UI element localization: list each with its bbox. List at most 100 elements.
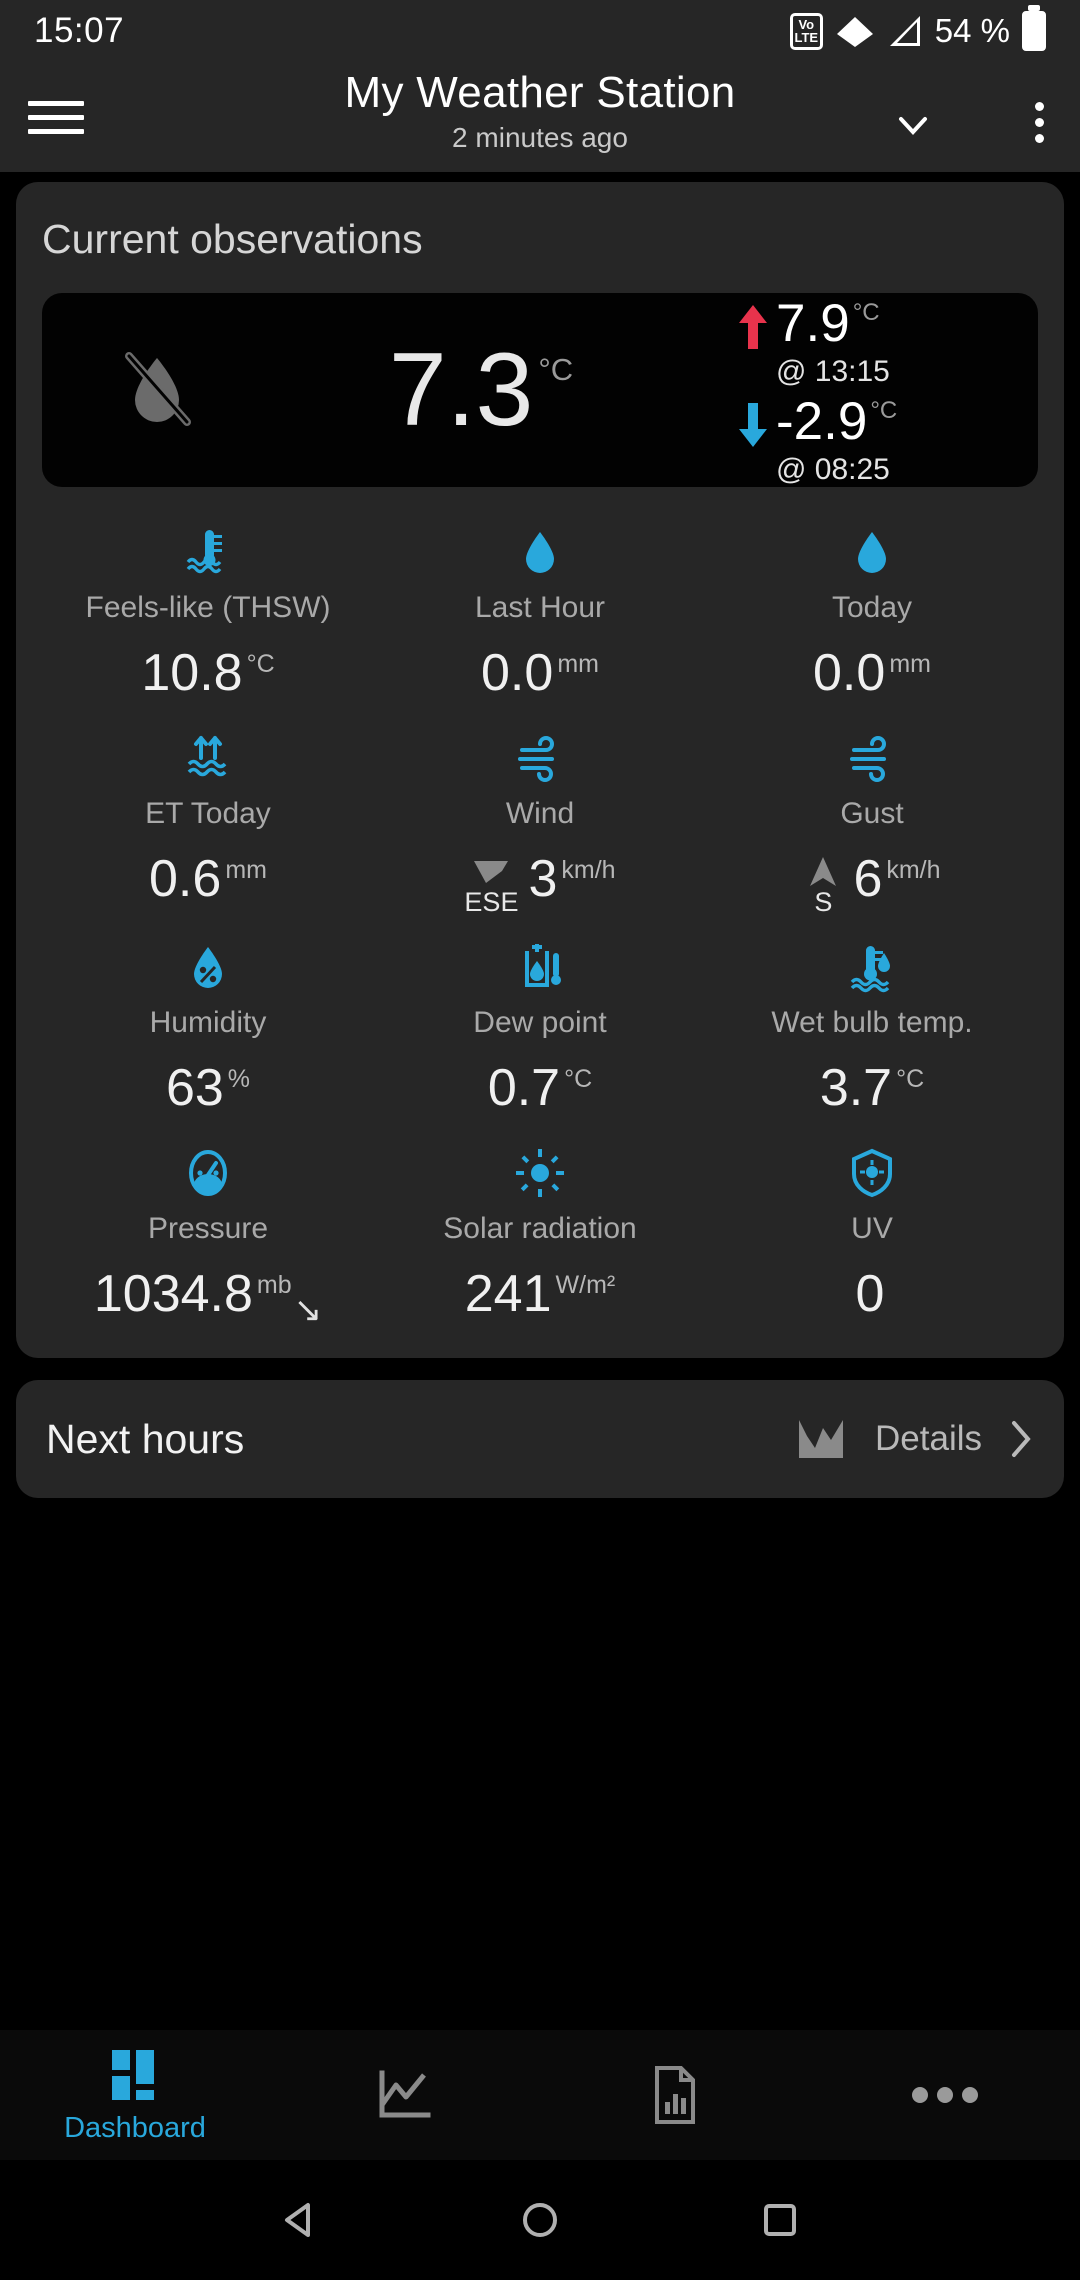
kebab-menu-icon[interactable]	[1035, 102, 1044, 143]
nav-item-dashboard[interactable]: Dashboard	[0, 2046, 270, 2145]
metric-solar-radiation[interactable]: Solar radiation 241 W/m²	[374, 1124, 706, 1330]
arrow-down-icon	[730, 395, 776, 449]
metric-value-row: 0.0 mm	[813, 647, 931, 709]
wet-bulb-thermometer-icon	[846, 940, 898, 994]
metric-unit: mm	[225, 856, 267, 884]
metric-label: Wet bulb temp.	[771, 1006, 973, 1039]
metric-gust[interactable]: Gust S 6 km/h	[706, 709, 1038, 918]
nav-item-charts[interactable]	[270, 2067, 540, 2123]
temperature-low-value: -2.9	[776, 392, 868, 451]
metric-unit: km/h	[886, 856, 941, 884]
temperature-high-time: @ 13:15	[776, 355, 890, 388]
metric-label: Pressure	[147, 1212, 269, 1245]
metric-unit: W/m²	[555, 1271, 616, 1299]
metric-pressure[interactable]: Pressure 1034.8 mb ↘	[42, 1124, 374, 1330]
metric-unit: km/h	[561, 856, 616, 884]
wind-direction-arrow-icon: S	[803, 853, 843, 918]
metric-value-row: 63 %	[166, 1062, 250, 1124]
report-document-icon	[655, 2066, 695, 2124]
metric-unit: mm	[889, 650, 931, 678]
metric-value-row: S 6 km/h	[803, 853, 941, 918]
metric-label: Gust	[840, 797, 904, 830]
dew-point-icon	[514, 940, 566, 994]
hamburger-line	[28, 128, 84, 134]
wind-icon	[514, 731, 566, 785]
metric-label: Today	[831, 591, 913, 624]
metric-humidity[interactable]: Humidity 63 %	[42, 918, 374, 1124]
metric-value-row: 0.0 mm	[481, 647, 599, 709]
current-observations-card: Current observations 7.3 °C 7.9 °C @ 13:…	[16, 182, 1064, 1358]
metric-rain-today[interactable]: Today 0.0 mm	[706, 503, 1038, 709]
wind-direction-label: ESE	[464, 887, 519, 917]
metric-value: 63	[165, 1059, 224, 1117]
status-bar: 15:07 Vo LTE 54 %	[0, 0, 1080, 62]
metric-value-row: ESE 3 km/h	[464, 853, 615, 918]
next-hours-title: Next hours	[46, 1415, 245, 1462]
battery-percent-label: 54 %	[934, 12, 1010, 49]
nav-item-reports[interactable]	[540, 2064, 810, 2126]
nav-item-more[interactable]	[810, 2087, 1080, 2103]
metric-unit: mb	[256, 1271, 292, 1299]
thermometer-water-icon	[182, 525, 234, 579]
status-icons: Vo LTE 54 %	[789, 11, 1046, 51]
metrics-grid: Feels-like (THSW) 10.8 °C Last Hour 0.0 …	[42, 503, 1038, 1330]
metric-value: 0.0	[481, 644, 554, 702]
metric-label: Last Hour	[474, 591, 606, 624]
details-label[interactable]: Details	[875, 1419, 982, 1459]
metric-value-row: 3.7 °C	[820, 1062, 924, 1124]
metric-et-today[interactable]: ET Today 0.6 mm	[42, 709, 374, 918]
cellular-signal-icon	[889, 16, 920, 46]
metric-value: 3	[528, 850, 558, 908]
metric-rain-last-hour[interactable]: Last Hour 0.0 mm	[374, 503, 706, 709]
wifi-icon	[836, 17, 873, 47]
metric-value: 3.7	[819, 1059, 893, 1117]
system-navigation-bar	[0, 2160, 1080, 2280]
metric-value-row: 0.6 mm	[149, 853, 267, 915]
chevron-right-icon[interactable]	[1008, 1419, 1034, 1459]
line-chart-icon	[799, 1420, 844, 1458]
wind-icon	[846, 731, 898, 785]
hamburger-line	[28, 114, 84, 120]
wind-direction-label: S	[814, 887, 833, 917]
wind-direction-arrow-icon: ESE	[464, 853, 518, 918]
water-droplet-icon	[846, 525, 898, 579]
chevron-down-icon[interactable]	[896, 108, 930, 142]
current-temperature-value: 7.3	[388, 332, 534, 448]
hamburger-line	[28, 100, 84, 106]
next-hours-actions: Details	[793, 1414, 1034, 1464]
dashboard-scroll-area[interactable]: Current observations 7.3 °C 7.9 °C @ 13:…	[0, 172, 1080, 2280]
current-temperature-panel[interactable]: 7.3 °C 7.9 °C @ 13:15 -2.9 °C @ 08:25	[42, 293, 1038, 487]
metric-value-row: 0	[856, 1268, 889, 1330]
metric-value: 241	[464, 1265, 552, 1323]
no-rain-droplet-slashed-icon	[52, 336, 262, 444]
circle-home-icon[interactable]	[518, 2198, 562, 2242]
volte-icon-bottom: LTE	[794, 30, 819, 45]
app-bar: My Weather Station 2 minutes ago	[0, 62, 1080, 172]
temperature-extremes: 7.9 °C @ 13:15 -2.9 °C @ 08:25	[730, 293, 1020, 487]
square-recents-icon[interactable]	[758, 2198, 802, 2242]
battery-icon	[1022, 11, 1046, 51]
current-temperature: 7.3 °C	[232, 338, 730, 442]
more-dot	[937, 2087, 953, 2103]
metric-value-row: 10.8 °C	[141, 647, 274, 709]
next-hours-card[interactable]: Next hours Details	[16, 1380, 1064, 1498]
metric-uv[interactable]: UV 0	[706, 1124, 1038, 1330]
metric-feels-like[interactable]: Feels-like (THSW) 10.8 °C	[42, 503, 374, 709]
metric-wind[interactable]: Wind ESE 3 km/h	[374, 709, 706, 918]
hamburger-menu-icon[interactable]	[28, 100, 84, 134]
metric-dew-point[interactable]: Dew point 0.7 °C	[374, 918, 706, 1124]
metric-value-row: 1034.8 mb ↘	[94, 1268, 322, 1330]
nav-item-label: Dashboard	[64, 2111, 206, 2144]
sun-icon	[514, 1146, 566, 1200]
page-title: My Weather Station	[344, 68, 736, 117]
line-chart-icon	[379, 2070, 431, 2118]
metric-value: 0.7	[487, 1059, 561, 1117]
metric-wet-bulb-temp[interactable]: Wet bulb temp. 3.7 °C	[706, 918, 1038, 1124]
metric-unit: °C	[896, 1065, 925, 1093]
card-title: Current observations	[42, 216, 423, 262]
metric-label: Humidity	[149, 1006, 267, 1039]
metric-unit: %	[227, 1065, 251, 1093]
humidity-droplet-percent-icon	[182, 940, 234, 994]
bottom-navigation-bar: Dashboard	[0, 2030, 1080, 2160]
triangle-back-icon[interactable]	[278, 2198, 322, 2242]
